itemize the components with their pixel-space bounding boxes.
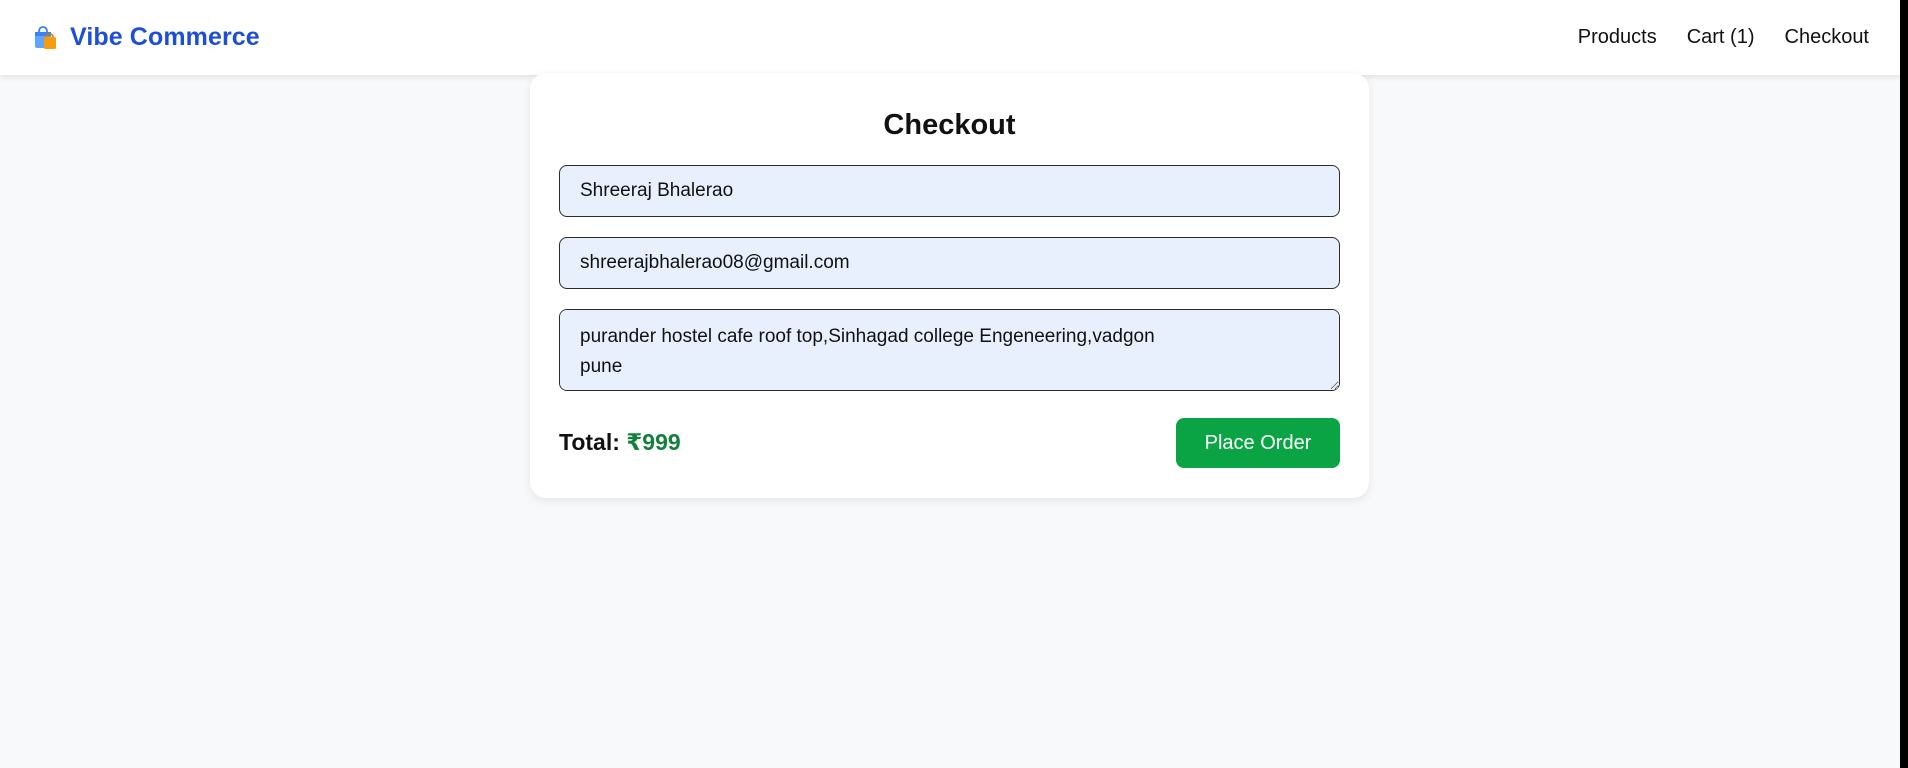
address-field[interactable]: purander hostel cafe roof top,Sinhagad c… bbox=[559, 309, 1340, 391]
checkout-card: Checkout purander hostel cafe roof top,S… bbox=[530, 73, 1369, 498]
place-order-button[interactable]: Place Order bbox=[1176, 418, 1340, 468]
navbar: Vibe Commerce Products Cart (1) Checkout bbox=[0, 0, 1900, 75]
nav-link-checkout[interactable]: Checkout bbox=[1785, 26, 1870, 49]
checkout-title: Checkout bbox=[883, 109, 1016, 141]
nav-link-products[interactable]: Products bbox=[1578, 26, 1657, 49]
nav-links: Products Cart (1) Checkout bbox=[1578, 26, 1869, 49]
total-amount: ₹999 bbox=[626, 429, 681, 455]
shopping-bags-icon bbox=[32, 25, 58, 51]
nav-link-cart[interactable]: Cart (1) bbox=[1687, 26, 1755, 49]
brand-name: Vibe Commerce bbox=[70, 23, 260, 51]
email-field[interactable] bbox=[559, 237, 1340, 289]
brand[interactable]: Vibe Commerce bbox=[32, 23, 260, 52]
page-viewport: Vibe Commerce Products Cart (1) Checkout… bbox=[0, 0, 1900, 768]
name-field[interactable] bbox=[559, 165, 1340, 217]
total-label: Total: bbox=[559, 429, 620, 455]
order-total: Total: ₹999 bbox=[559, 429, 681, 456]
window-edge bbox=[1900, 0, 1908, 768]
